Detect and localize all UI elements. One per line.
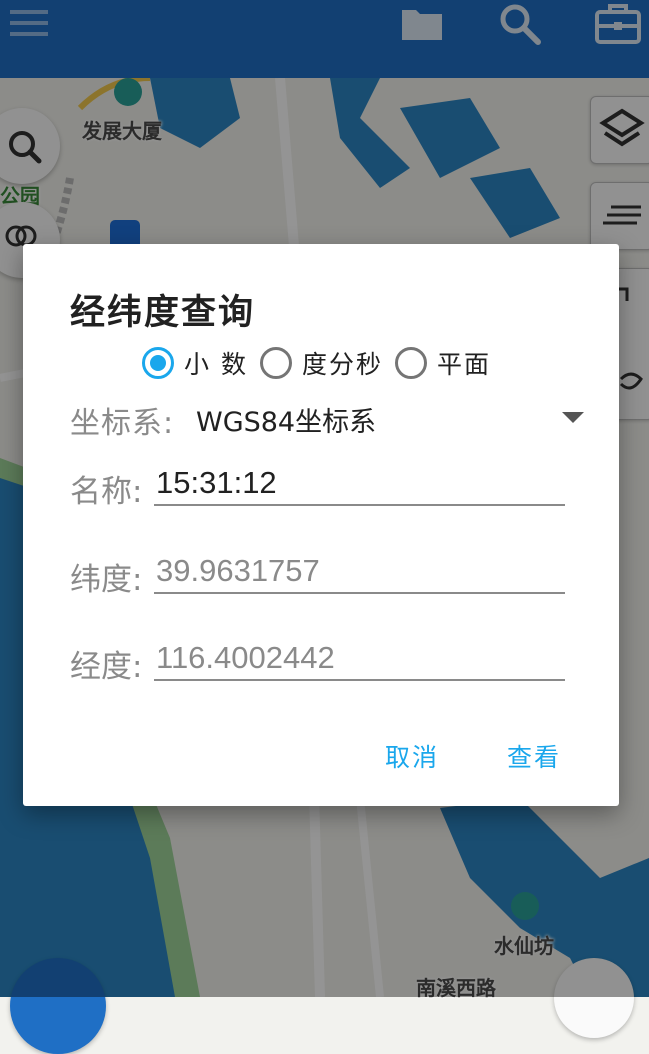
radio-decimal[interactable]: 小 数	[142, 345, 248, 381]
name-input[interactable]	[154, 462, 565, 506]
crs-label: 坐标系:	[70, 406, 175, 441]
radio-checked-icon	[142, 347, 174, 379]
name-field-row: 名称:	[70, 462, 570, 512]
dialog-title: 经纬度查询	[70, 293, 256, 333]
radio-dms-label: 度分秒	[301, 350, 383, 379]
latitude-input[interactable]	[154, 550, 565, 594]
longitude-field-row: 经度:	[70, 637, 570, 687]
longitude-input[interactable]	[154, 637, 565, 681]
radio-unchecked-icon	[259, 347, 292, 379]
latlon-query-dialog: 经纬度查询 小 数 度分秒 平面 坐标系: WGS84坐标系 名称: 纬度: 经…	[23, 244, 619, 806]
crs-value: WGS84坐标系	[196, 407, 377, 438]
latitude-label: 纬度:	[70, 562, 143, 598]
radio-plane[interactable]: 平面	[394, 345, 491, 381]
crs-select[interactable]: WGS84坐标系	[196, 394, 584, 438]
crs-row: 坐标系: WGS84坐标系	[70, 394, 584, 441]
cancel-button[interactable]: 取消	[385, 734, 439, 778]
radio-decimal-label: 小 数	[184, 350, 248, 379]
radio-plane-label: 平面	[436, 350, 491, 379]
longitude-label: 经度:	[70, 649, 143, 685]
radio-unchecked-icon	[394, 347, 427, 379]
radio-dms[interactable]: 度分秒	[259, 345, 383, 381]
name-label: 名称:	[70, 474, 143, 510]
dropdown-arrow-icon	[562, 412, 584, 423]
format-radio-group: 小 数 度分秒 平面	[142, 342, 503, 384]
view-button[interactable]: 查看	[507, 734, 561, 778]
latitude-field-row: 纬度:	[70, 550, 570, 600]
